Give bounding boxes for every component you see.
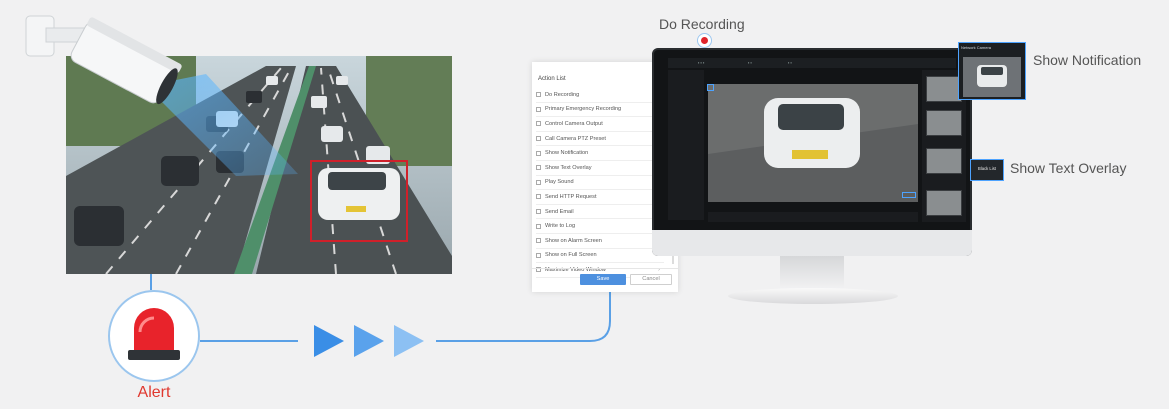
event-thumbnail[interactable] (926, 148, 962, 174)
action-item-do-recording[interactable]: Do Recording› (536, 88, 664, 103)
text-overlay-indicator (902, 192, 916, 198)
checkbox[interactable] (536, 209, 541, 215)
action-item-show-text-overlay[interactable]: Show Text Overlay› (536, 161, 664, 176)
notification-popup: Network Camera (958, 42, 1026, 100)
alert-badge (108, 290, 200, 382)
vms-device-tree (668, 70, 704, 220)
callout-show-notification: Show Notification (1033, 52, 1142, 68)
monitor-chin (652, 230, 972, 256)
flow-arrows-icon (314, 325, 424, 357)
action-list-title: Action List (538, 76, 566, 82)
checkbox[interactable] (536, 223, 541, 229)
record-dot-icon (701, 37, 708, 44)
checkbox[interactable] (536, 179, 541, 185)
alert-label: Alert (137, 384, 171, 401)
toolbar-icon[interactable]: ▪ ▪ (748, 60, 752, 65)
action-item-control-camera-output[interactable]: Control Camera Output› (536, 117, 664, 132)
event-thumbnail[interactable] (926, 110, 962, 136)
checkbox[interactable] (536, 106, 541, 112)
live-video-view[interactable] (708, 84, 918, 202)
action-item-primary-emergency-recording[interactable]: Primary Emergency Recording› (536, 103, 664, 118)
action-item-show-on-full-screen[interactable]: Show on Full Screen› (536, 249, 664, 264)
checkbox[interactable] (536, 194, 541, 200)
checkbox[interactable] (536, 136, 541, 142)
save-button[interactable]: Save (580, 274, 626, 285)
overlay-text: Black List (978, 166, 996, 171)
toolbar-icon[interactable]: ▪ ▪ (788, 60, 792, 65)
monitor-stand (780, 256, 844, 292)
callout-show-text-overlay: Show Text Overlay (1010, 160, 1127, 176)
event-thumbnail[interactable] (926, 190, 962, 216)
callout-do-recording: Do Recording (659, 16, 745, 32)
car-closeup-image (708, 84, 918, 202)
action-list: Do Recording› Primary Emergency Recordin… (536, 88, 664, 278)
event-thumbnail[interactable] (926, 76, 962, 102)
player-controls[interactable] (708, 212, 918, 222)
checkbox[interactable] (536, 165, 541, 171)
action-item-show-notification[interactable]: Show Notification› (536, 146, 664, 161)
checkbox[interactable] (536, 238, 541, 244)
action-item-call-camera-ptz-preset[interactable]: Call Camera PTZ Preset› (536, 132, 664, 147)
divider (532, 268, 678, 269)
text-overlay-popup: Black List (970, 159, 1004, 181)
action-item-send-email[interactable]: Send Email› (536, 205, 664, 220)
recording-indicator (707, 84, 714, 91)
checkbox[interactable] (536, 121, 541, 127)
toolbar-icon[interactable]: ▪ ▪ ▪ (698, 60, 704, 65)
checkbox[interactable] (536, 252, 541, 258)
action-item-play-sound[interactable]: Play Sound› (536, 176, 664, 191)
cancel-button[interactable]: Cancel (630, 274, 672, 285)
checkbox[interactable] (536, 150, 541, 156)
action-item-show-on-alarm-screen[interactable]: Show on Alarm Screen› (536, 234, 664, 249)
monitor-base (728, 288, 898, 304)
action-item-write-to-log[interactable]: Write to Log› (536, 219, 664, 234)
action-item-send-http-request[interactable]: Send HTTP Request› (536, 190, 664, 205)
notification-header: Network Camera (961, 45, 992, 50)
notification-snapshot (963, 57, 1021, 97)
siren-icon (128, 308, 180, 360)
checkbox[interactable] (536, 92, 541, 98)
vms-toolbar: ▪ ▪ ▪ ▪ ▪ ▪ ▪ (668, 58, 956, 68)
